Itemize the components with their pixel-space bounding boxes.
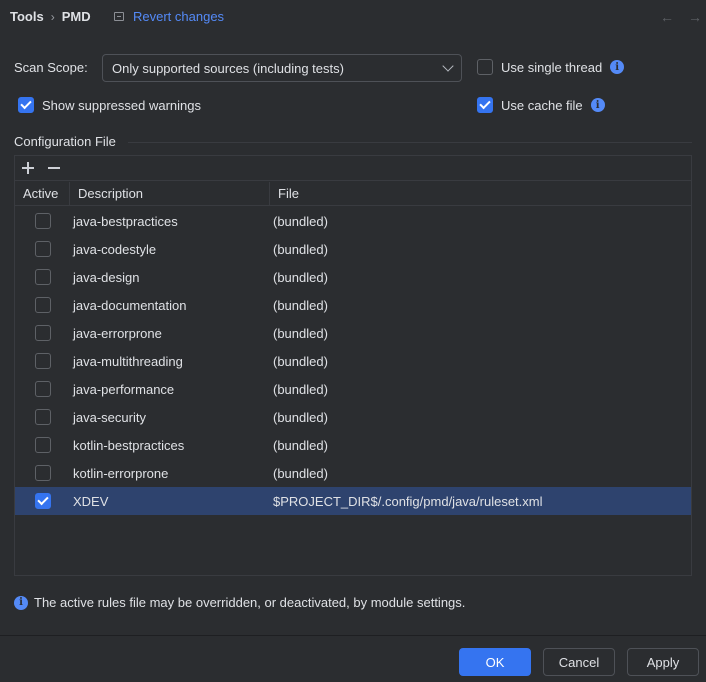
table-row[interactable]: java-documentation (bundled) <box>15 291 691 319</box>
active-cell <box>15 241 70 257</box>
table-row[interactable]: java-bestpractices (bundled) <box>15 207 691 235</box>
active-cell <box>15 493 70 509</box>
active-checkbox[interactable] <box>34 493 51 509</box>
file-cell: (bundled) <box>273 213 328 229</box>
description-cell: java-multithreading <box>73 353 183 369</box>
ok-button[interactable]: OK <box>459 648 531 676</box>
document-icon <box>114 12 124 21</box>
nav-arrows: ← → <box>660 9 702 25</box>
file-cell: (bundled) <box>273 409 328 425</box>
add-icon[interactable] <box>21 161 35 175</box>
suppressed-warnings-checkbox[interactable] <box>18 97 34 113</box>
file-cell: (bundled) <box>273 269 328 285</box>
table-row[interactable]: kotlin-bestpractices (bundled) <box>15 431 691 459</box>
single-thread-label: Use single thread <box>501 59 603 75</box>
file-cell: (bundled) <box>273 325 328 341</box>
table-toolbar <box>15 156 691 181</box>
revert-changes-link[interactable]: Revert changes <box>114 9 224 24</box>
breadcrumb-pmd: PMD <box>61 9 91 24</box>
table-row[interactable]: java-security (bundled) <box>15 403 691 431</box>
module-settings-note: i The active rules file may be overridde… <box>14 595 465 610</box>
active-checkbox[interactable] <box>34 269 51 285</box>
info-icon[interactable]: i <box>590 98 605 112</box>
active-cell <box>15 437 70 453</box>
column-header-active[interactable]: Active <box>15 182 70 205</box>
breadcrumb-tools[interactable]: Tools <box>10 9 44 24</box>
column-header-description[interactable]: Description <box>70 182 270 205</box>
table-row[interactable]: java-multithreading (bundled) <box>15 347 691 375</box>
chevron-right-icon: › <box>50 9 55 24</box>
active-cell <box>15 297 70 313</box>
description-cell: java-security <box>73 409 146 425</box>
cache-file-option[interactable]: Use cache file i <box>477 97 605 113</box>
description-cell: XDEV <box>73 493 109 509</box>
active-checkbox[interactable] <box>34 465 51 481</box>
active-cell <box>15 353 70 369</box>
single-thread-option[interactable]: Use single thread i <box>477 59 625 75</box>
column-header-file[interactable]: File <box>270 182 691 205</box>
configuration-file-title: Configuration File <box>14 134 116 149</box>
file-cell: (bundled) <box>273 465 328 481</box>
cache-file-label: Use cache file <box>501 97 583 113</box>
table-row[interactable]: java-performance (bundled) <box>15 375 691 403</box>
configuration-table-panel: Active Description File java-bestpractic… <box>14 155 692 576</box>
file-cell: (bundled) <box>273 353 328 369</box>
single-thread-checkbox[interactable] <box>477 59 493 75</box>
info-icon[interactable]: i <box>610 60 625 74</box>
breadcrumb: Tools › PMD <box>10 9 91 24</box>
cache-file-checkbox[interactable] <box>477 97 493 113</box>
description-cell: java-documentation <box>73 297 187 313</box>
active-cell <box>15 269 70 285</box>
active-checkbox[interactable] <box>34 381 51 397</box>
note-text: The active rules file may be overridden,… <box>34 595 466 610</box>
table-row[interactable]: java-codestyle (bundled) <box>15 235 691 263</box>
table-row[interactable]: java-design (bundled) <box>15 263 691 291</box>
active-cell <box>15 213 70 229</box>
section-divider <box>128 142 692 143</box>
active-checkbox[interactable] <box>34 437 51 453</box>
scan-scope-label: Scan Scope: <box>14 60 88 75</box>
footer-divider <box>0 635 706 636</box>
table-header: Active Description File <box>15 182 691 206</box>
description-cell: java-errorprone <box>73 325 162 341</box>
suppressed-warnings-option[interactable]: Show suppressed warnings <box>18 97 201 113</box>
active-checkbox[interactable] <box>34 325 51 341</box>
file-cell: (bundled) <box>273 297 328 313</box>
forward-arrow-icon[interactable]: → <box>688 9 702 25</box>
file-cell: (bundled) <box>273 437 328 453</box>
info-icon: i <box>14 595 28 610</box>
remove-icon[interactable] <box>47 161 61 175</box>
active-cell <box>15 381 70 397</box>
back-arrow-icon[interactable]: ← <box>660 9 674 25</box>
active-checkbox[interactable] <box>34 409 51 425</box>
description-cell: java-performance <box>73 381 175 397</box>
chevron-down-icon <box>442 60 454 72</box>
description-cell: kotlin-bestpractices <box>73 437 185 453</box>
revert-changes-label: Revert changes <box>133 9 225 24</box>
apply-button[interactable]: Apply <box>627 648 699 676</box>
file-cell: (bundled) <box>273 241 328 257</box>
active-cell <box>15 325 70 341</box>
cancel-button[interactable]: Cancel <box>543 648 615 676</box>
active-checkbox[interactable] <box>34 353 51 369</box>
description-cell: java-codestyle <box>73 241 157 257</box>
table-row[interactable]: kotlin-errorprone (bundled) <box>15 459 691 487</box>
description-cell: java-bestpractices <box>73 213 178 229</box>
description-cell: java-design <box>73 269 140 285</box>
scan-scope-select[interactable]: Only supported sources (including tests) <box>102 54 462 82</box>
active-checkbox[interactable] <box>34 297 51 313</box>
active-checkbox[interactable] <box>34 241 51 257</box>
active-cell <box>15 465 70 481</box>
table-row[interactable]: java-errorprone (bundled) <box>15 319 691 347</box>
table-row[interactable]: XDEV $PROJECT_DIR$/.config/pmd/java/rules… <box>15 487 691 515</box>
table-body: java-bestpractices (bundled) java-codestyl… <box>15 207 691 515</box>
suppressed-warnings-label: Show suppressed warnings <box>42 97 201 113</box>
file-cell: (bundled) <box>273 381 328 397</box>
active-checkbox[interactable] <box>34 213 51 229</box>
active-cell <box>15 409 70 425</box>
description-cell: kotlin-errorprone <box>73 465 169 481</box>
file-cell: $PROJECT_DIR$/.config/pmd/java/ruleset.x… <box>273 493 543 509</box>
scan-scope-value: Only supported sources (including tests) <box>112 60 344 76</box>
